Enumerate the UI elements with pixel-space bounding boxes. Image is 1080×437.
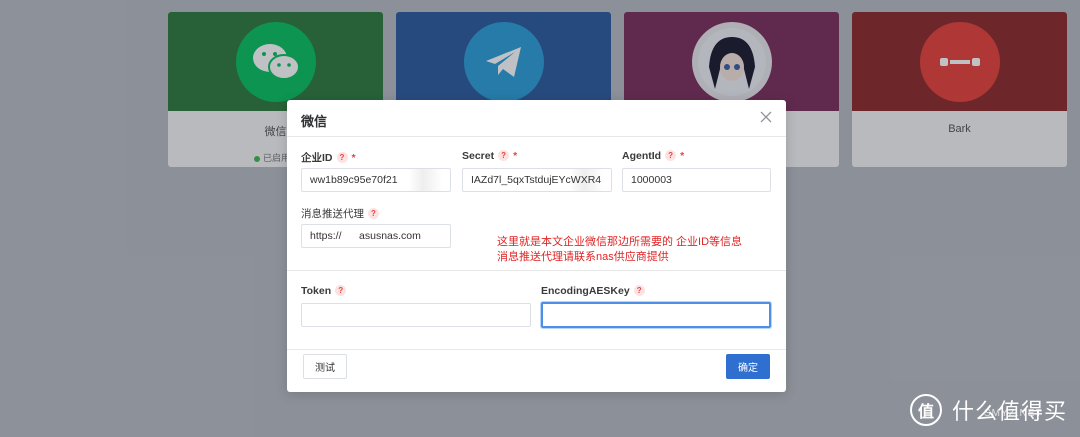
- help-icon[interactable]: ?: [665, 150, 677, 161]
- agent-id-input[interactable]: [622, 168, 771, 192]
- help-icon[interactable]: ?: [498, 150, 510, 161]
- help-icon[interactable]: ?: [335, 285, 347, 296]
- corp-id-input[interactable]: [301, 168, 451, 192]
- test-button[interactable]: 测试: [303, 354, 347, 379]
- dialog-title: 微信: [301, 114, 328, 129]
- agent-id-label: AgentId? *: [622, 150, 685, 162]
- proxy-input[interactable]: [301, 224, 451, 248]
- watermark-sub: SMYZ.NET: [984, 408, 1043, 419]
- help-icon[interactable]: ?: [368, 208, 379, 219]
- footer-divider: [287, 349, 786, 350]
- close-icon[interactable]: [758, 109, 774, 125]
- corp-id-label: 企业ID? *: [301, 152, 356, 164]
- secret-label: Secret? *: [462, 150, 518, 162]
- help-icon[interactable]: ?: [633, 285, 645, 296]
- aes-key-label: EncodingAESKey?: [541, 285, 645, 297]
- required-mark: *: [680, 150, 685, 162]
- required-mark: *: [513, 150, 518, 162]
- token-label: Token?: [301, 285, 347, 297]
- secret-input[interactable]: [462, 168, 612, 192]
- dialog-header: 微信: [287, 100, 786, 137]
- token-input[interactable]: [301, 303, 531, 327]
- help-icon[interactable]: ?: [336, 152, 348, 163]
- annotation-note: 这里就是本文企业微信那边所需要的 企业ID等信息 消息推送代理请联系nas供应商…: [497, 236, 743, 263]
- proxy-label: 消息推送代理?: [301, 206, 379, 221]
- aes-key-input[interactable]: [541, 302, 771, 328]
- section-divider: [287, 270, 786, 271]
- wechat-config-dialog: 微信 企业ID?* Secret?* AgentId?* 消息推送代理? 这里就…: [287, 100, 786, 392]
- required-mark: *: [351, 152, 356, 164]
- watermark-logo-icon: 值: [910, 394, 942, 426]
- confirm-button[interactable]: 确定: [726, 354, 770, 379]
